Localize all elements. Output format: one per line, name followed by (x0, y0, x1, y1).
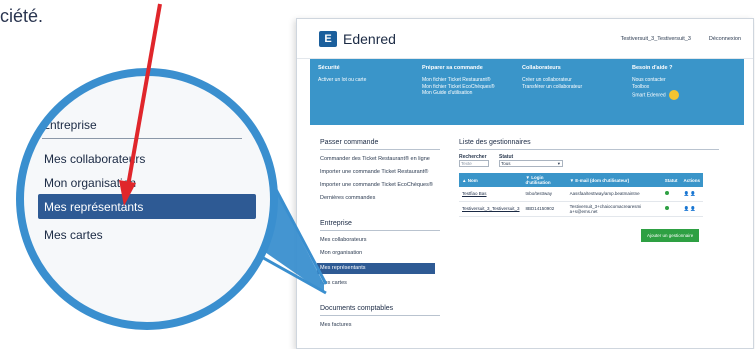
pointer-arrow (119, 3, 162, 206)
arrow-shaft (126, 3, 162, 187)
arrow-head-icon (119, 180, 136, 206)
